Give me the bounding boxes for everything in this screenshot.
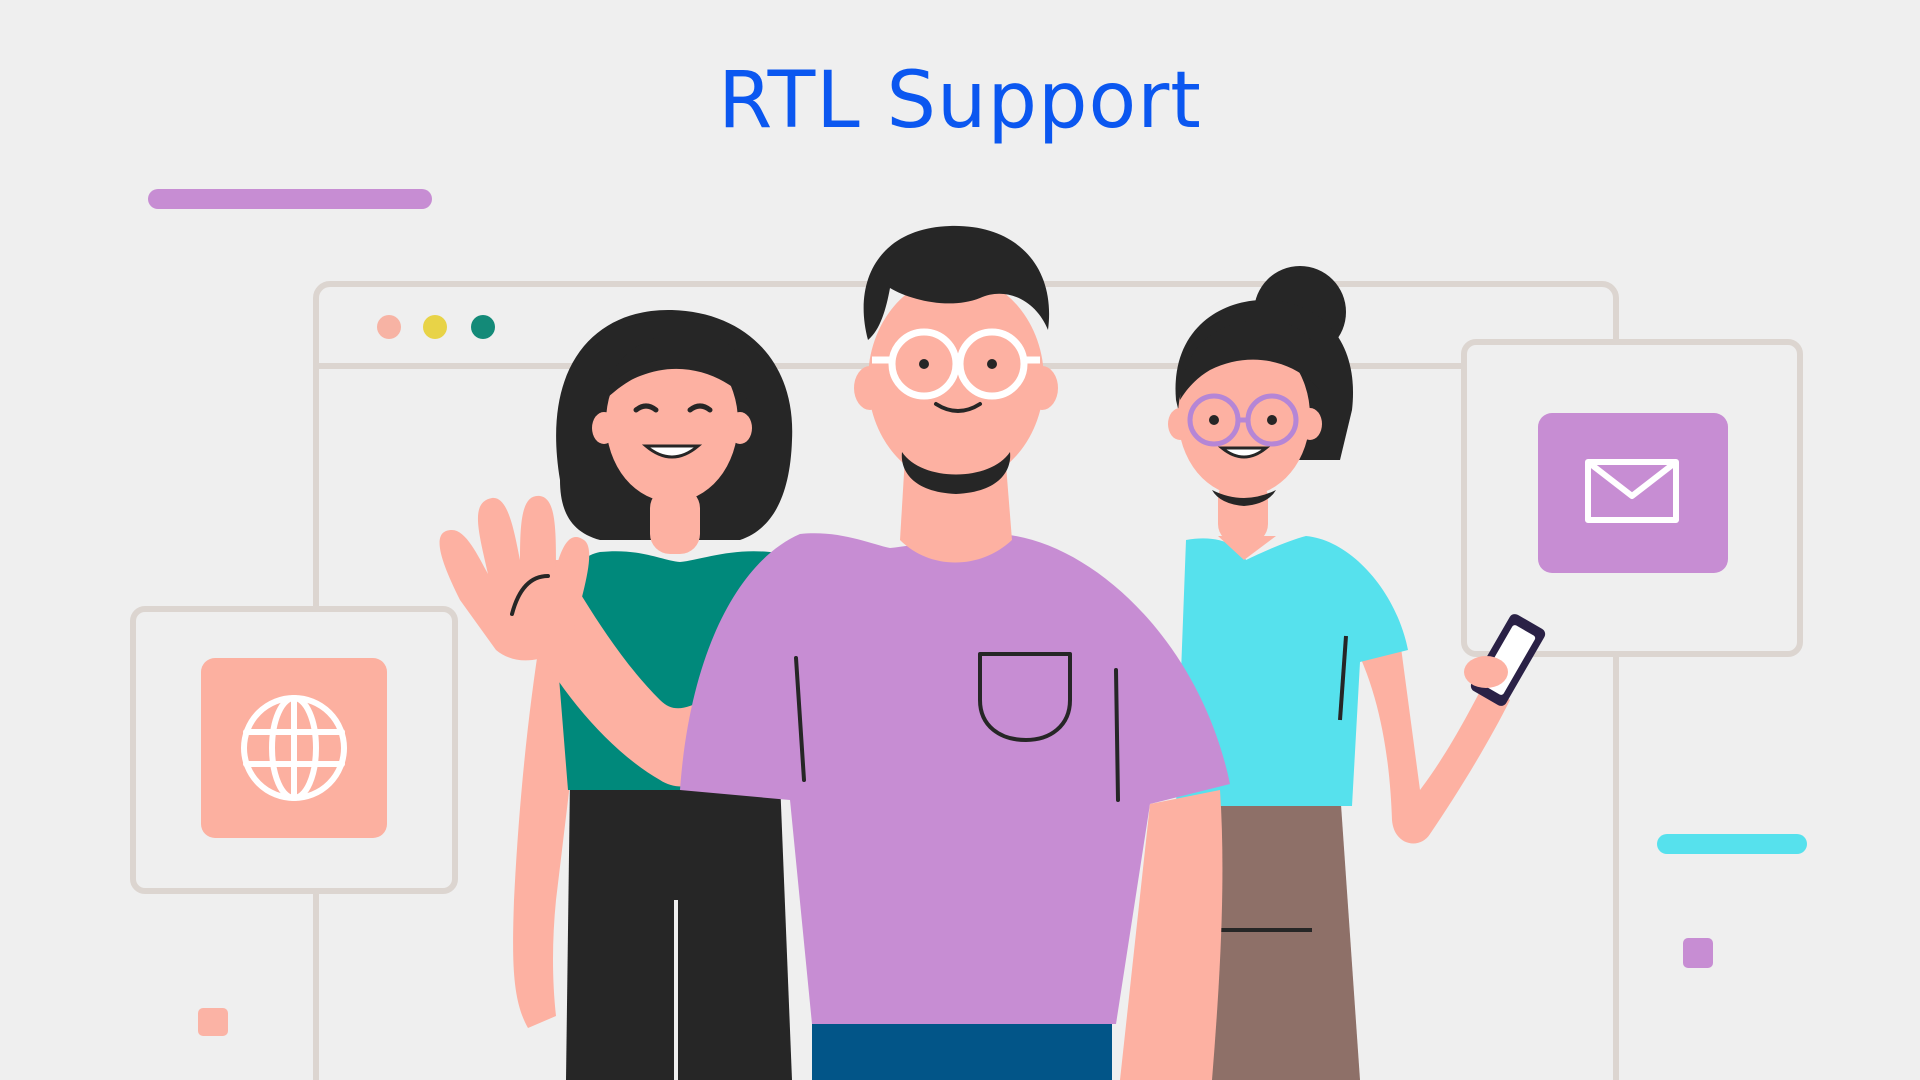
globe-card (130, 606, 458, 894)
window-dot-yellow (423, 315, 447, 339)
mail-card (1461, 339, 1803, 657)
purple-accent-square (1683, 938, 1713, 968)
purple-accent-bar (148, 189, 432, 209)
team-illustration (130, 189, 1807, 1080)
hero-banner: RTL Support (0, 0, 1920, 1080)
window-dot-teal (471, 315, 495, 339)
cyan-accent-bar (1657, 834, 1807, 854)
window-dot-pink (377, 315, 401, 339)
pink-accent-square (198, 1008, 228, 1036)
